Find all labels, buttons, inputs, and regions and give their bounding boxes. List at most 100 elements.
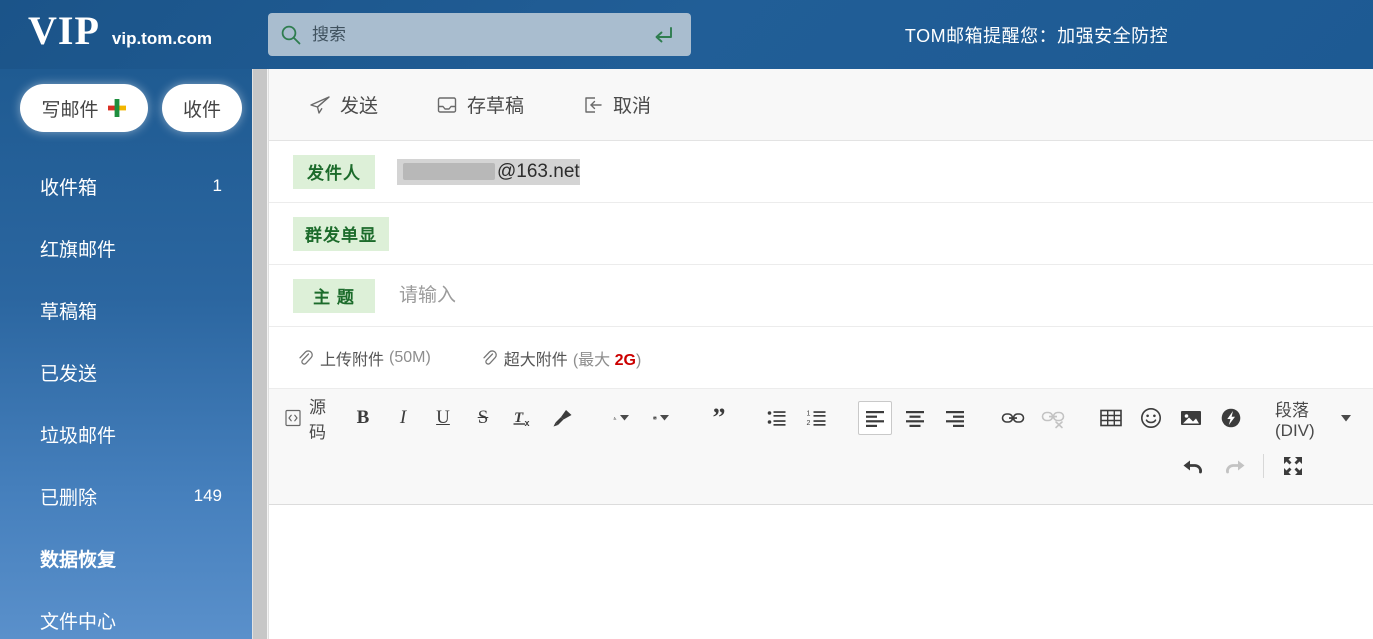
- sidebar-item-inbox[interactable]: 收件箱 1: [0, 155, 252, 217]
- undo-button[interactable]: [1177, 449, 1211, 483]
- sidebar-item-label: 文件中心: [40, 611, 117, 633]
- unlink-button[interactable]: [1036, 401, 1070, 435]
- enter-key-icon[interactable]: [651, 24, 681, 46]
- strikethrough-button[interactable]: S: [466, 401, 500, 435]
- format-brush-button[interactable]: [546, 401, 580, 435]
- subject-label: 主 题: [293, 278, 375, 313]
- blockquote-button[interactable]: ”: [702, 401, 736, 435]
- sidebar-item-deleted[interactable]: 已删除 149: [0, 465, 252, 527]
- send-paper-plane-icon: [309, 94, 331, 116]
- underline-glyph: U: [436, 407, 450, 428]
- align-left-button[interactable]: [858, 401, 892, 435]
- subject-row: 主 题: [269, 265, 1373, 327]
- blockquote-glyph: ”: [712, 403, 726, 432]
- receive-mail-button[interactable]: 收件: [162, 84, 242, 132]
- sidebar-scrollbar-thumb[interactable]: [253, 69, 267, 639]
- sidebar-item-spam[interactable]: 垃圾邮件: [0, 403, 252, 465]
- mail-body-editor[interactable]: [269, 505, 1373, 639]
- logo-domain-text: vip.tom.com: [111, 29, 213, 48]
- large-attachment-label: 超大附件: [503, 351, 568, 369]
- sender-domain: @163.net: [497, 160, 580, 182]
- subject-input[interactable]: [397, 283, 997, 308]
- upload-attachment-label: 上传附件: [320, 351, 385, 369]
- insert-flash-button[interactable]: [1214, 401, 1248, 435]
- source-code-icon: [284, 409, 302, 427]
- underline-button[interactable]: U: [426, 401, 460, 435]
- bullet-list-icon: [767, 411, 786, 426]
- table-icon: [1100, 409, 1122, 427]
- compose-mail-label: 写邮件: [41, 99, 99, 121]
- search-icon: [280, 24, 302, 46]
- paperclip-icon: [481, 349, 497, 367]
- sender-row: 发件人 @163.net: [269, 141, 1373, 203]
- chevron-down-icon: [660, 415, 669, 421]
- insert-image-button[interactable]: [1174, 401, 1208, 435]
- format-brush-icon: [553, 410, 572, 427]
- redo-icon: [1226, 460, 1245, 474]
- flash-icon: [1221, 408, 1241, 428]
- sender-value[interactable]: @163.net: [397, 158, 580, 185]
- text-color-icon: A: [613, 417, 617, 420]
- large-attachment-button[interactable]: 超大附件 (最大 2G): [481, 346, 641, 370]
- sidebar-item-sent[interactable]: 已发送: [0, 341, 252, 403]
- background-color-button[interactable]: A: [644, 401, 678, 435]
- search-input[interactable]: [312, 24, 651, 45]
- text-color-button[interactable]: A: [604, 401, 638, 435]
- align-center-button[interactable]: [898, 401, 932, 435]
- large-attachment-size-value: 2G: [614, 351, 636, 369]
- remove-format-button[interactable]: T x: [506, 401, 540, 435]
- cancel-button[interactable]: 取消: [582, 91, 651, 118]
- svg-text:2: 2: [807, 420, 811, 427]
- search-box[interactable]: [268, 13, 691, 56]
- sidebar-item-file-center[interactable]: 文件中心: [0, 589, 252, 639]
- source-code-button[interactable]: 源码: [285, 398, 326, 442]
- sidebar-item-label: 收件箱: [40, 177, 98, 199]
- sidebar-item-flagged[interactable]: 红旗邮件: [0, 217, 252, 279]
- paragraph-format-select[interactable]: 段落(DIV): [1269, 396, 1357, 441]
- numbered-list-button[interactable]: 1 2: [800, 401, 834, 435]
- strikethrough-glyph: S: [477, 407, 489, 428]
- sidebar-item-label: 数据恢复: [40, 549, 117, 571]
- link-button[interactable]: [996, 401, 1030, 435]
- insert-table-button[interactable]: [1094, 401, 1128, 435]
- emoji-icon: [1141, 408, 1161, 428]
- sidebar-action-row: 写邮件 收件: [0, 84, 252, 132]
- redacted-address-block: [403, 163, 495, 180]
- large-attachment-size-suffix: ): [635, 351, 642, 369]
- align-right-button[interactable]: [938, 401, 972, 435]
- sidebar: 写邮件 收件 收件箱 1 红旗邮件 草稿箱 已发送 垃圾邮件 已删除 149 数…: [0, 69, 252, 639]
- save-draft-tray-icon: [436, 94, 458, 116]
- app-header: VIP vip.tom.com TOM邮箱提醒您：加强安全防控: [0, 0, 1373, 69]
- bcc-single-row: 群发单显: [269, 203, 1373, 265]
- undo-icon: [1183, 460, 1202, 474]
- large-attachment-size-prefix: (最大: [572, 351, 615, 369]
- redo-button[interactable]: [1217, 449, 1251, 483]
- bold-button[interactable]: B: [346, 401, 380, 435]
- maximize-icon: [1284, 457, 1302, 475]
- bold-glyph: B: [356, 407, 370, 428]
- bullet-list-button[interactable]: [760, 401, 794, 435]
- logo-vip-text: VIP: [28, 8, 100, 53]
- send-button[interactable]: 发送: [309, 91, 378, 118]
- emoji-button[interactable]: [1134, 401, 1168, 435]
- save-draft-button[interactable]: 存草稿: [436, 91, 524, 118]
- brand-logo[interactable]: VIP vip.tom.com: [28, 8, 212, 54]
- toolbar-divider: [1263, 454, 1264, 478]
- remove-format-icon: T x: [513, 410, 530, 428]
- editor-toolbar-row-2: [269, 441, 1373, 491]
- editor-toolbar: 源码 B I U S T x A A ” 1 2 段落(DIV): [269, 389, 1373, 505]
- large-attachment-size: (最大 2G): [573, 346, 641, 370]
- align-right-icon: [946, 411, 964, 427]
- sidebar-nav: 收件箱 1 红旗邮件 草稿箱 已发送 垃圾邮件 已删除 149 数据恢复 文件中…: [0, 155, 252, 639]
- upload-attachment-button[interactable]: 上传附件 (50M): [297, 346, 431, 370]
- receive-mail-label: 收件: [182, 99, 221, 121]
- sidebar-item-data-recovery[interactable]: 数据恢复: [0, 527, 252, 589]
- compose-mail-button[interactable]: 写邮件: [20, 84, 148, 132]
- sender-address-selected: @163.net: [397, 158, 580, 185]
- sidebar-item-drafts[interactable]: 草稿箱: [0, 279, 252, 341]
- sidebar-item-label: 已发送: [40, 363, 98, 385]
- italic-button[interactable]: I: [386, 401, 420, 435]
- unlink-icon: [1041, 411, 1065, 429]
- svg-text:1: 1: [807, 411, 811, 418]
- maximize-button[interactable]: [1276, 449, 1310, 483]
